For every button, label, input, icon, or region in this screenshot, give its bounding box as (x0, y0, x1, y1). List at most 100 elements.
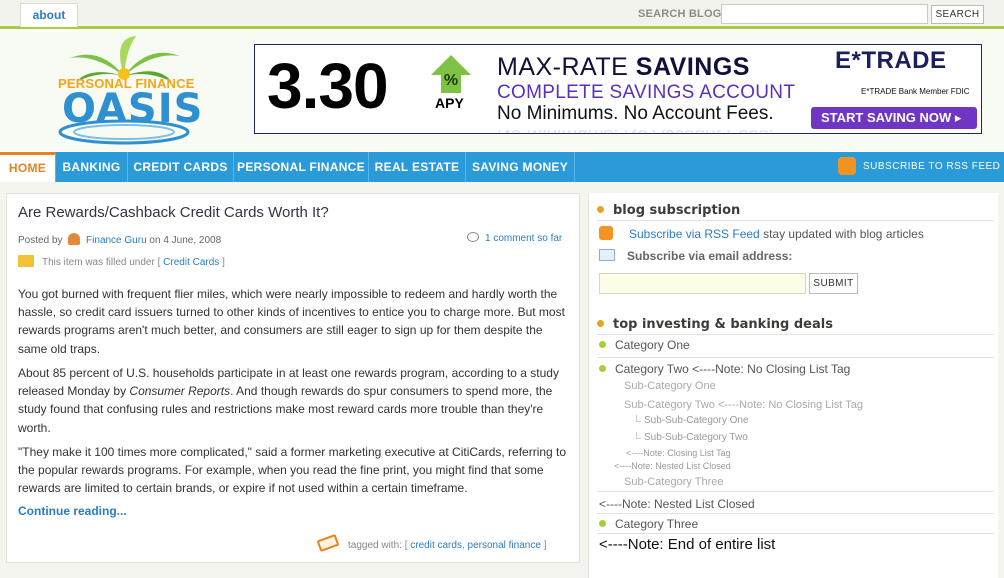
post-paragraph-3: "They make it 100 times more complicated… (18, 445, 567, 496)
logo-wordmark: OASIS (62, 86, 204, 132)
list-note-label: <----Note: End of entire list (599, 536, 776, 553)
tag-icon (316, 533, 340, 553)
bullet-icon (599, 520, 606, 527)
nav-saving-money[interactable]: SAVING MONEY (466, 152, 575, 182)
email-label: Subscribe via email address: (627, 249, 793, 263)
start-saving-button[interactable]: START SAVING NOW ▸ (811, 107, 977, 129)
tree-branch-icon (636, 432, 641, 439)
filed-label: This item was filled under [ (42, 257, 161, 268)
banner-headline: MAX-RATE SAVINGS (497, 53, 750, 82)
tree-branch-icon (636, 415, 641, 422)
list-note: <----Note: Nested List Closed (614, 461, 731, 471)
rss-feed-suffix: stay updated with blog articles (759, 227, 924, 241)
tag-link-personal-finance[interactable]: personal finance (468, 540, 541, 551)
bullet-icon (597, 320, 604, 327)
list-note-label: <----Note: Nested List Closed (599, 497, 755, 511)
list-item[interactable]: Category Three (599, 517, 698, 531)
nav-real-estate[interactable]: REAL ESTATE (369, 152, 466, 182)
list-item[interactable]: Sub-Sub-Category One (636, 415, 749, 426)
list-item[interactable]: Sub-Category One (624, 380, 716, 392)
post-meta: Posted by Finance Guru on 4 June, 2008 (18, 233, 221, 246)
about-tab[interactable]: about (20, 3, 78, 27)
rss-subscribe-label: SUBSCRIBE TO RSS FEED (863, 161, 1001, 172)
etrade-ad-banner[interactable]: 3.30 % APY MAX-RATE SAVINGS COMPLETE SAV… (254, 44, 982, 134)
email-subscribe-row: Subscribe via email address: (599, 249, 792, 263)
banner-tagline-reflection: No Minimums. No Account Fees. (497, 124, 774, 133)
list-item-label: Sub-Sub-Category One (644, 415, 749, 426)
filed-close: ] (222, 257, 225, 268)
bullet-icon (599, 365, 606, 372)
banner-tagline: No Minimums. No Account Fees. (497, 103, 774, 124)
post-paragraph-1: You got burned with frequent flier miles… (18, 287, 565, 356)
site-logo[interactable]: PERSONAL FINANCE OASIS (40, 36, 208, 146)
deals-title: top investing & banking deals (613, 317, 833, 332)
list-item[interactable]: Category Two <----Note: No Closing List … (599, 362, 850, 376)
list-note: <----Note: End of entire list (599, 536, 775, 553)
category-link[interactable]: Credit Cards (163, 257, 219, 268)
divider (597, 357, 994, 358)
list-item-label: Sub-Category Two <----Note: No Closing L… (624, 399, 863, 411)
comment-bubble-icon (467, 232, 479, 242)
list-note-label: <----Note: Closing List Tag (626, 448, 731, 458)
banner-apy: APY (435, 95, 464, 111)
banner-rate: 3.30 (267, 50, 389, 122)
comments-link[interactable]: 1 comment so far (467, 232, 562, 244)
author-link[interactable]: Finance Guru (86, 235, 147, 246)
list-item-label: Category One (615, 338, 690, 352)
search-button[interactable]: SEARCH (931, 5, 984, 24)
list-item[interactable]: Sub-Category Two <----Note: No Closing L… (624, 399, 863, 411)
deals-heading: top investing & banking deals (597, 317, 833, 332)
bullet-icon (597, 206, 604, 213)
email-input[interactable] (599, 273, 806, 294)
divider (597, 491, 994, 492)
site-header: PERSONAL FINANCE OASIS 3.30 % APY MAX-RA… (0, 32, 1004, 151)
etrade-logo: E*TRADE (835, 47, 947, 74)
nav-home[interactable]: HOME (0, 152, 56, 182)
divider (597, 220, 994, 221)
tag-separator: , (461, 540, 465, 551)
list-item[interactable]: Sub-Category Three (624, 476, 723, 488)
divider (597, 513, 994, 514)
list-note: <----Note: Closing List Tag (626, 448, 731, 458)
banner-subhead: COMPLETE SAVINGS ACCOUNT (497, 82, 796, 103)
sidebar: blog subscription Subscribe via RSS Feed… (588, 193, 998, 578)
list-item-label: Sub-Category One (624, 380, 716, 392)
post-tags: tagged with: [ credit cards, personal fi… (316, 533, 547, 553)
main-nav: HOME BANKING CREDIT CARDS PERSONAL FINAN… (0, 152, 1004, 182)
percent-badge-icon: % (431, 55, 471, 93)
rss-feed-icon (599, 226, 613, 240)
posted-by-label: Posted by (18, 235, 63, 246)
rss-subscribe-row: Subscribe via RSS Feed stay updated with… (599, 226, 924, 241)
post-date: on 4 June, 2008 (149, 235, 222, 246)
nav-banking[interactable]: BANKING (56, 152, 128, 182)
comments-count: 1 comment so far (485, 233, 563, 244)
blog-post: Are Rewards/Cashback Credit Cards Worth … (6, 193, 580, 563)
list-item[interactable]: Category One (599, 338, 690, 352)
divider (597, 533, 994, 534)
nav-credit-cards[interactable]: CREDIT CARDS (128, 152, 234, 182)
post-title[interactable]: Are Rewards/Cashback Credit Cards Worth … (18, 204, 329, 221)
tagged-label: tagged with: [ (348, 540, 408, 551)
percent-sign: % (444, 72, 458, 89)
top-bar: about SEARCH BLOG SEARCH (0, 0, 1004, 29)
search-input[interactable] (721, 4, 928, 24)
banner-headline-prefix: MAX-RATE (497, 53, 636, 81)
tags-close: ] (543, 540, 547, 551)
list-note-label: <----Note: Nested List Closed (614, 461, 731, 471)
submit-button[interactable]: SUBMIT (809, 273, 858, 294)
consumer-reports-title: Consumer Reports (129, 384, 231, 399)
banner-fdic: E*TRADE Bank Member FDIC (861, 87, 970, 96)
rss-icon (838, 157, 856, 175)
continue-reading-link[interactable]: Continue reading... (18, 504, 127, 518)
user-icon (68, 233, 81, 245)
search-label: SEARCH BLOG (638, 8, 722, 20)
filed-under: This item was filled under [ Credit Card… (18, 255, 225, 268)
list-item-label: Sub-Sub-Category Two (644, 432, 748, 443)
divider (597, 334, 994, 335)
post-paragraph-2: About 85 percent of U.S. households part… (18, 364, 574, 437)
list-item[interactable]: Sub-Sub-Category Two (636, 432, 748, 443)
folder-icon (18, 255, 34, 267)
nav-personal-finance[interactable]: PERSONAL FINANCE (234, 152, 369, 182)
rss-feed-link[interactable]: Subscribe via RSS Feed (629, 227, 760, 241)
tag-link-credit-cards[interactable]: credit cards (410, 540, 462, 551)
